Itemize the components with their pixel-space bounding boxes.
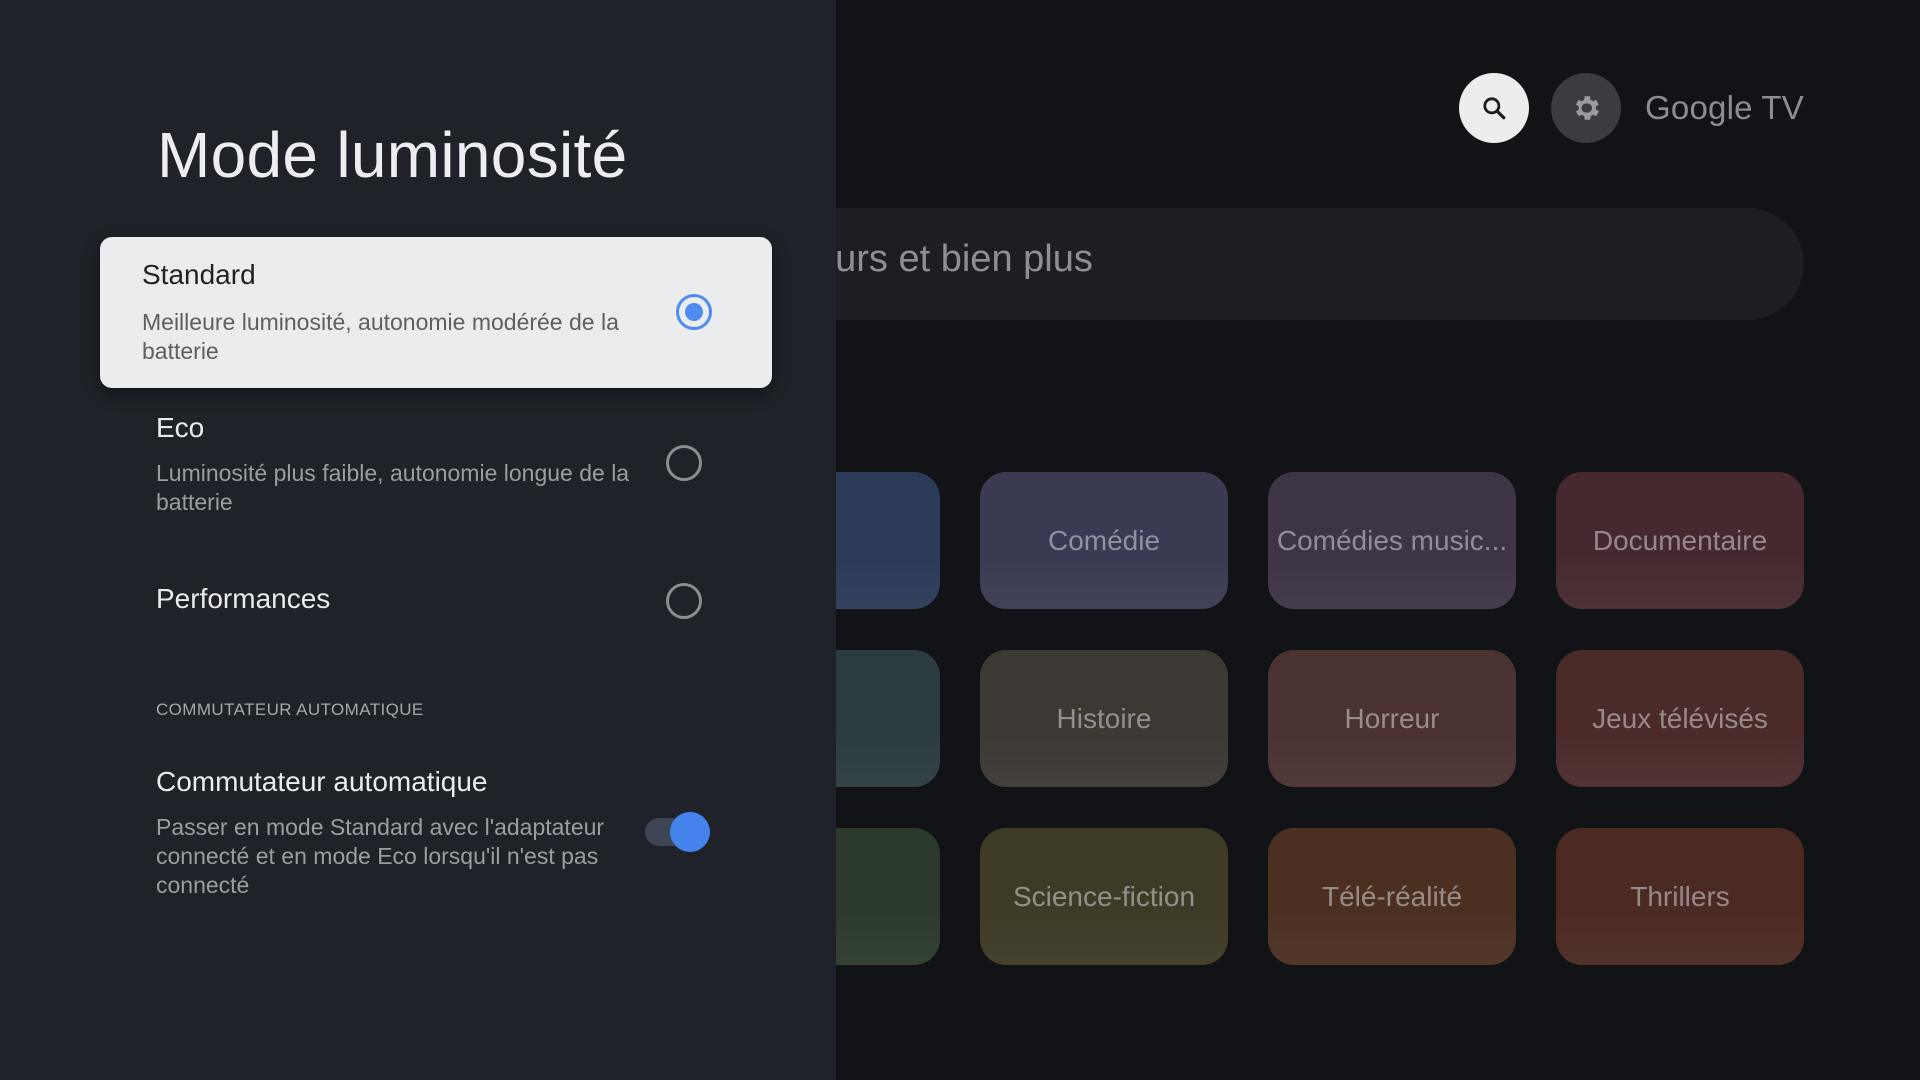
genre-label: Jeux télévisés — [1592, 702, 1768, 734]
option-description: Luminosité plus faible, autonomie longue… — [156, 460, 630, 515]
option-description: Meilleure luminosité, autonomie modérée … — [142, 309, 619, 364]
section-header: COMMUTATEUR AUTOMATIQUE — [156, 700, 424, 719]
panel-title: Mode luminosité — [157, 119, 628, 191]
search-hint: eurs et bien plus — [814, 238, 1093, 280]
top-bar: Google TV — [1459, 73, 1804, 143]
radio-standard[interactable] — [676, 294, 712, 330]
genre-label: Horreur — [1344, 702, 1440, 734]
settings-panel: Mode luminosité Standard Meilleure lumin… — [0, 0, 836, 1080]
genre-tile[interactable]: Science-fiction — [980, 828, 1228, 965]
option-performances[interactable]: Performances — [100, 570, 772, 640]
genre-tile[interactable]: Documentaire — [1556, 472, 1804, 609]
genre-tile[interactable]: Horreur — [1268, 650, 1516, 787]
genre-tile[interactable]: Télé-réalité — [1268, 828, 1516, 965]
option-title: Commutateur automatique — [156, 766, 488, 797]
genre-tile[interactable]: Comédies music... — [1268, 472, 1516, 609]
settings-button[interactable] — [1551, 73, 1622, 143]
genre-label: Comédies music... — [1276, 524, 1508, 556]
genre-label: Science-fiction — [1012, 880, 1196, 912]
brand-label: Google TV — [1645, 89, 1804, 126]
genre-tile[interactable]: Thrillers — [1556, 828, 1804, 965]
gear-icon — [1575, 96, 1599, 120]
search-button[interactable] — [1459, 73, 1530, 143]
genre-label: Comédie — [1047, 524, 1161, 556]
genre-tile[interactable]: Histoire — [980, 650, 1228, 787]
option-title: Standard — [142, 259, 256, 290]
option-eco[interactable]: Eco Luminosité plus faible, autonomie lo… — [100, 400, 772, 530]
genre-label: Documentaire — [1592, 524, 1768, 556]
option-description: Passer en mode Standard avec l'adaptateu… — [156, 814, 605, 898]
option-title: Performances — [156, 583, 331, 614]
toggle-thumb[interactable] — [670, 812, 710, 852]
genre-label: Thrillers — [1630, 880, 1730, 912]
genre-tile[interactable]: Comédie — [980, 472, 1228, 609]
radio-eco[interactable] — [666, 445, 702, 481]
genre-tile[interactable]: Jeux télévisés — [1556, 650, 1804, 787]
genre-label: Histoire — [1056, 702, 1152, 734]
option-standard[interactable]: Standard Meilleure luminosité, autonomie… — [100, 237, 772, 388]
genre-label: Télé-réalité — [1321, 880, 1463, 912]
radio-performances[interactable] — [666, 583, 702, 619]
search-icon — [1483, 97, 1506, 120]
option-title: Eco — [156, 412, 205, 443]
